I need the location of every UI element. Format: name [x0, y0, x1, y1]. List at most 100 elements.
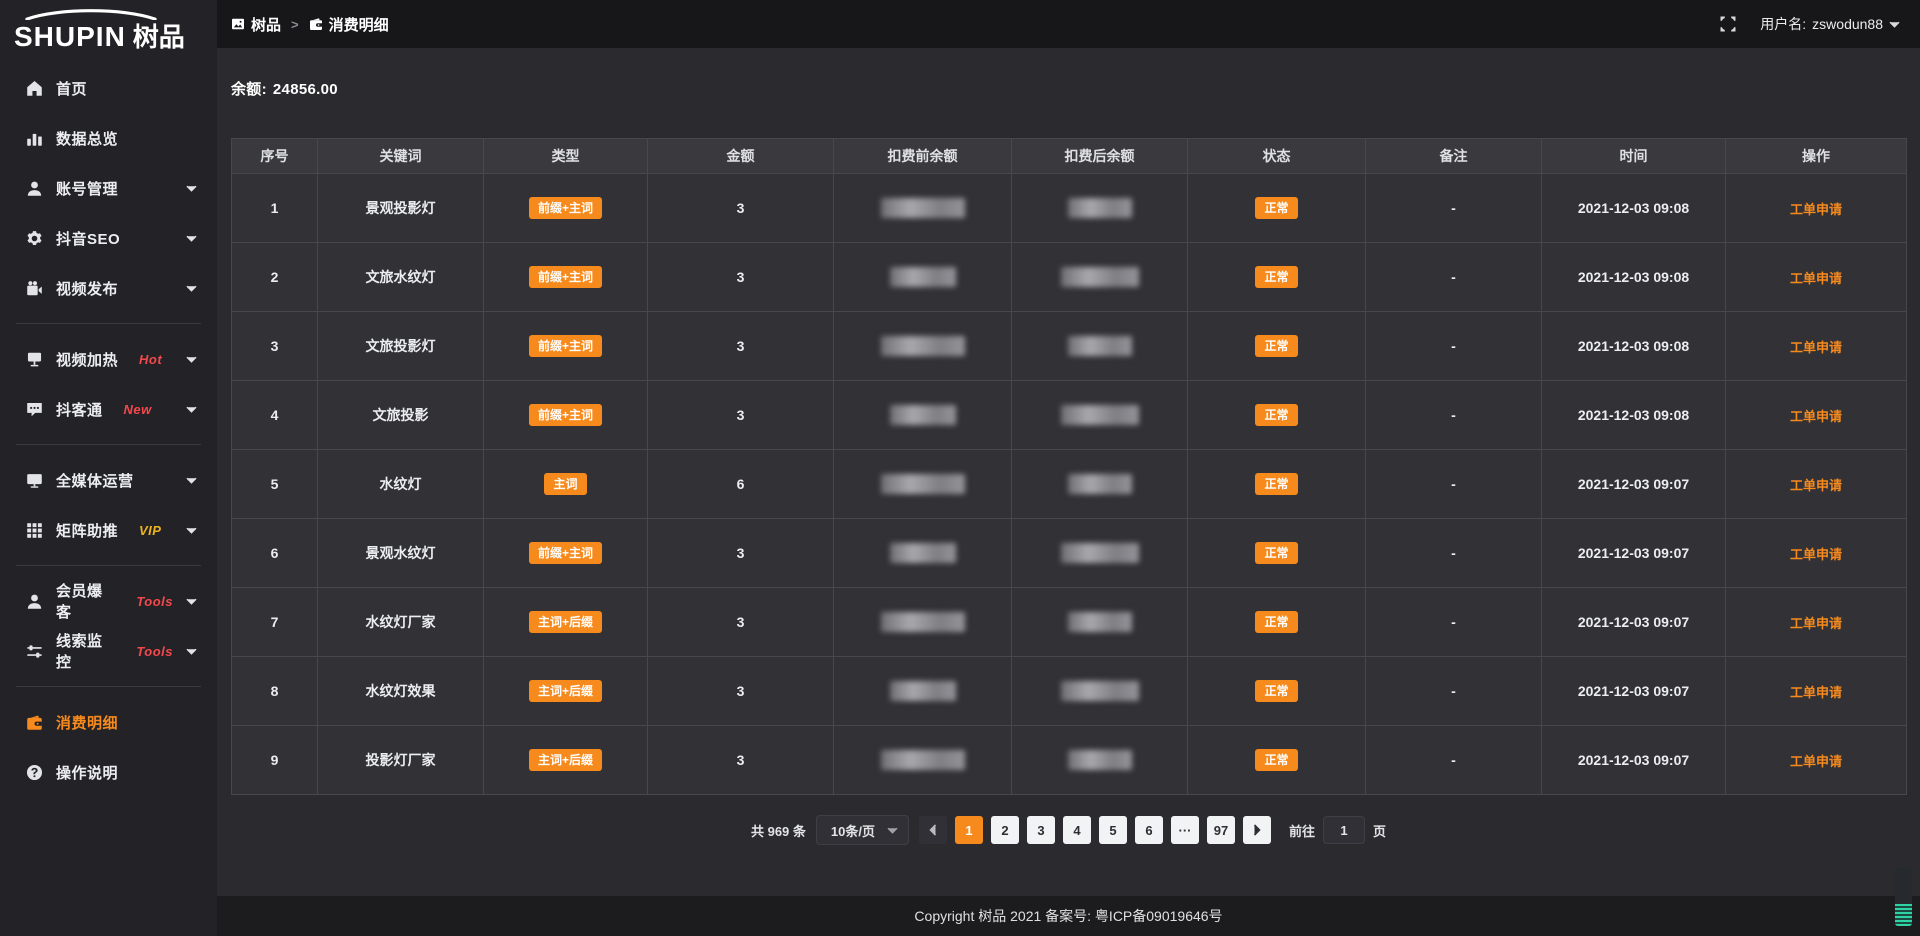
sidebar-item-member-marketing[interactable]: 会员爆客Tools — [0, 576, 217, 626]
cell-index: 5 — [232, 450, 318, 519]
cell-status: 正常 — [1188, 726, 1366, 795]
cell-keyword: 水纹灯 — [318, 450, 484, 519]
cell-balance-after — [1012, 312, 1188, 381]
masked-value — [1061, 543, 1139, 563]
page-size-select[interactable]: 10条/页 — [816, 815, 909, 845]
breadcrumb-separator: > — [291, 17, 299, 32]
type-badge: 主词+后缀 — [529, 749, 602, 771]
topbar: 树品 > 消费明细 用户名: zswodun88 — [217, 0, 1920, 48]
sidebar-item-label: 首页 — [56, 78, 87, 99]
topbar-right: 用户名: zswodun88 — [1720, 14, 1900, 34]
cell-index: 4 — [232, 381, 318, 450]
cell-type: 前缀+主词 — [484, 519, 648, 588]
divider — [16, 565, 201, 566]
page-button-6[interactable]: 6 — [1135, 816, 1163, 844]
work-order-link[interactable]: 工单申请 — [1790, 754, 1842, 769]
work-order-link[interactable]: 工单申请 — [1790, 409, 1842, 424]
status-badge: 正常 — [1255, 197, 1297, 219]
masked-value — [881, 198, 965, 218]
masked-value — [881, 612, 965, 632]
work-order-link[interactable]: 工单申请 — [1790, 616, 1842, 631]
work-order-link[interactable]: 工单申请 — [1790, 547, 1842, 562]
floating-widget[interactable] — [1895, 868, 1912, 926]
masked-value — [1068, 198, 1132, 218]
masked-value — [890, 681, 956, 701]
cell-remark: - — [1366, 312, 1542, 381]
work-order-link[interactable]: 工单申请 — [1790, 202, 1842, 217]
sidebar-item-data-overview[interactable]: 数据总览 — [0, 113, 217, 163]
table-row: 2文旅水纹灯前缀+主词3正常-2021-12-03 09:08工单申请 — [232, 243, 1907, 312]
masked-value — [1068, 336, 1132, 356]
column-header: 备注 — [1366, 139, 1542, 174]
more-pages-button[interactable]: ··· — [1171, 816, 1199, 844]
cell-keyword: 文旅水纹灯 — [318, 243, 484, 312]
video-camera-icon — [26, 280, 43, 297]
work-order-link[interactable]: 工单申请 — [1790, 478, 1842, 493]
sidebar-item-lead-monitoring[interactable]: 线索监控Tools — [0, 626, 217, 676]
cell-status: 正常 — [1188, 657, 1366, 726]
page-button-4[interactable]: 4 — [1063, 816, 1091, 844]
sidebar-item-douketong[interactable]: 抖客通New — [0, 384, 217, 434]
sidebar-item-badge: Tools — [136, 644, 173, 659]
table-row: 7水纹灯厂家主词+后缀3正常-2021-12-03 09:07工单申请 — [232, 588, 1907, 657]
breadcrumb-item[interactable]: 树品 — [231, 14, 281, 35]
status-badge: 正常 — [1255, 473, 1297, 495]
next-page-button[interactable] — [1243, 816, 1271, 844]
chevron-down-icon — [186, 648, 197, 655]
sidebar-item-operation-guide[interactable]: 操作说明 — [0, 747, 217, 797]
sidebar-item-media-operation[interactable]: 全媒体运营 — [0, 455, 217, 505]
cell-balance-before — [834, 174, 1012, 243]
sidebar-item-label: 会员爆客 — [56, 580, 115, 622]
breadcrumb-item[interactable]: 消费明细 — [309, 14, 389, 35]
status-badge: 正常 — [1255, 542, 1297, 564]
cell-amount: 3 — [648, 243, 834, 312]
chevron-down-icon — [186, 598, 197, 605]
pagination-pages: 123456 ··· 97 — [919, 816, 1271, 844]
cell-amount: 3 — [648, 519, 834, 588]
page-button-5[interactable]: 5 — [1099, 816, 1127, 844]
sidebar-item-video-publish[interactable]: 视频发布 — [0, 263, 217, 313]
work-order-link[interactable]: 工单申请 — [1790, 685, 1842, 700]
sidebar-item-account-management[interactable]: 账号管理 — [0, 163, 217, 213]
cell-action: 工单申请 — [1726, 450, 1907, 519]
table-row: 9投影灯厂家主词+后缀3正常-2021-12-03 09:07工单申请 — [232, 726, 1907, 795]
work-order-link[interactable]: 工单申请 — [1790, 340, 1842, 355]
sidebar-item-matrix-boost[interactable]: 矩阵助推VIP — [0, 505, 217, 555]
cell-amount: 3 — [648, 174, 834, 243]
chevron-right-icon — [1253, 824, 1261, 836]
status-badge: 正常 — [1255, 611, 1297, 633]
masked-value — [1068, 474, 1132, 494]
sidebar-item-video-heating[interactable]: 视频加热Hot — [0, 334, 217, 384]
prev-page-button[interactable] — [919, 816, 947, 844]
column-header: 状态 — [1188, 139, 1366, 174]
user-icon — [26, 593, 43, 610]
chevron-down-icon — [186, 406, 197, 413]
page-button-97[interactable]: 97 — [1207, 816, 1235, 844]
cell-remark: - — [1366, 657, 1542, 726]
work-order-link[interactable]: 工单申请 — [1790, 271, 1842, 286]
sidebar-item-consumption-detail[interactable]: 消费明细 — [0, 697, 217, 747]
logo-text-en: SHUPIN — [14, 21, 126, 53]
sidebar-item-home[interactable]: 首页 — [0, 63, 217, 113]
page-button-2[interactable]: 2 — [991, 816, 1019, 844]
cell-amount: 3 — [648, 381, 834, 450]
sidebar-item-badge: Hot — [139, 352, 162, 367]
masked-value — [1068, 750, 1132, 770]
cell-action: 工单申请 — [1726, 174, 1907, 243]
goto-page-input[interactable] — [1323, 816, 1365, 844]
status-badge: 正常 — [1255, 680, 1297, 702]
sidebar-item-label: 抖音SEO — [56, 228, 120, 249]
masked-value — [890, 405, 956, 425]
page-button-1[interactable]: 1 — [955, 816, 983, 844]
cell-type: 主词+后缀 — [484, 726, 648, 795]
cell-time: 2021-12-03 09:07 — [1542, 450, 1726, 519]
fullscreen-icon[interactable] — [1720, 16, 1736, 32]
cell-remark: - — [1366, 450, 1542, 519]
sidebar-item-douyin-seo[interactable]: 抖音SEO — [0, 213, 217, 263]
table-row: 3文旅投影灯前缀+主词3正常-2021-12-03 09:08工单申请 — [232, 312, 1907, 381]
cell-status: 正常 — [1188, 588, 1366, 657]
home-icon — [26, 80, 43, 97]
cell-time: 2021-12-03 09:08 — [1542, 174, 1726, 243]
user-menu[interactable]: 用户名: zswodun88 — [1760, 14, 1900, 34]
page-button-3[interactable]: 3 — [1027, 816, 1055, 844]
